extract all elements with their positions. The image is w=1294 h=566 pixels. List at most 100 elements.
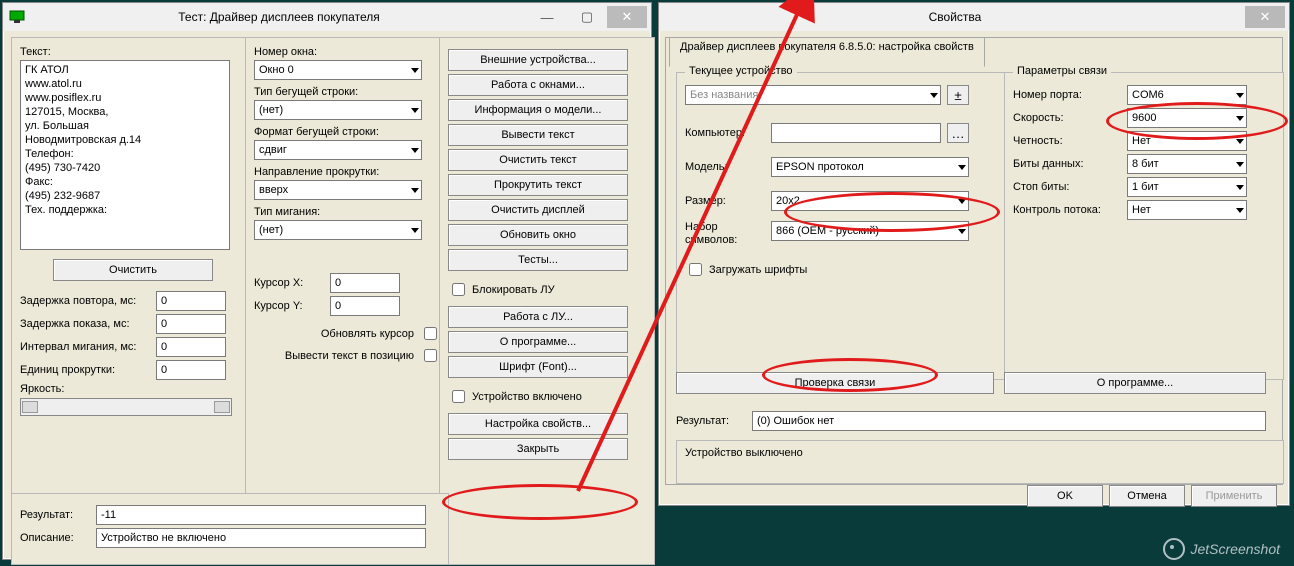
test-window: Тест: Драйвер дисплеев покупателя — ▢ ✕ … [2, 2, 652, 560]
font-button[interactable]: Шрифт (Font)... [448, 356, 628, 378]
device-select[interactable] [685, 85, 941, 105]
model-label: Модель: [685, 161, 765, 173]
titlebar: Тест: Драйвер дисплеев покупателя — ▢ ✕ [3, 3, 651, 31]
speed-label: Скорость: [1013, 112, 1121, 124]
marquee-type-select[interactable] [254, 100, 422, 120]
device-group: Текущее устройство ± Компьютер: … Модель… [676, 72, 1012, 380]
stopbits-select[interactable] [1127, 177, 1247, 197]
clear-display-button[interactable]: Очистить дисплей [448, 199, 628, 221]
out-pos-label: Вывести текст в позицию [285, 350, 414, 362]
close-button2[interactable]: ✕ [1245, 6, 1285, 28]
computer-input[interactable] [771, 123, 941, 143]
scroll-units-input[interactable] [156, 360, 226, 380]
app-icon [9, 10, 25, 24]
desc-label: Описание: [20, 532, 90, 544]
device-enabled-checkbox[interactable] [452, 390, 465, 403]
block-lu-checkbox[interactable] [452, 283, 465, 296]
window-title: Тест: Драйвер дисплеев покупателя [31, 10, 527, 24]
ok-button[interactable]: OK [1027, 485, 1103, 507]
cursor-x-label: Курсор X: [254, 277, 324, 289]
parity-select[interactable] [1127, 131, 1247, 151]
port-label: Номер порта: [1013, 89, 1121, 101]
charset-label: Набор символов: [685, 221, 765, 247]
refresh-window-button[interactable]: Обновить окно [448, 224, 628, 246]
repeat-delay-label: Задержка повтора, мс: [20, 295, 150, 307]
about-button[interactable]: О программе... [448, 331, 628, 353]
scroll-dir-label: Направление прокрутки: [254, 166, 440, 178]
databits-label: Биты данных: [1013, 158, 1121, 170]
charset-select[interactable] [771, 221, 969, 241]
close-dialog-button[interactable]: Закрыть [448, 438, 628, 460]
marquee-fmt-label: Формат бегущей строки: [254, 126, 440, 138]
marquee-type-label: Тип бегущей строки: [254, 86, 440, 98]
scroll-dir-select[interactable] [254, 180, 422, 200]
about-button2[interactable]: О программе... [1004, 372, 1266, 394]
marquee-fmt-select[interactable] [254, 140, 422, 160]
maximize-button[interactable]: ▢ [567, 6, 607, 28]
speed-select[interactable] [1127, 108, 1247, 128]
actions-group: Внешние устройства... Работа с окнами...… [439, 37, 655, 565]
watermark-text: JetScreenshot [1191, 541, 1281, 557]
clear-text-button[interactable]: Очистить [53, 259, 213, 281]
upd-cursor-label: Обновлять курсор [321, 328, 414, 340]
device-plusminus-button[interactable]: ± [947, 85, 969, 105]
brightness-slider[interactable] [20, 398, 232, 416]
check-link-button[interactable]: Проверка связи [676, 372, 994, 394]
watermark-icon [1163, 538, 1185, 560]
device-enabled-label: Устройство включено [472, 391, 582, 403]
properties-window: Свойства ✕ Драйвер дисплеев покупателя 6… [658, 2, 1290, 506]
connection-group: Параметры связи Номер порта: Скорость: Ч… [1004, 72, 1284, 380]
desc-value[interactable] [96, 528, 426, 548]
options-group: Номер окна: Тип бегущей строки: Формат б… [245, 37, 449, 503]
connection-legend: Параметры связи [1013, 65, 1111, 77]
parity-label: Четность: [1013, 135, 1121, 147]
size-select[interactable] [771, 191, 969, 211]
load-fonts-label: Загружать шрифты [709, 264, 807, 276]
cursor-x-input[interactable] [330, 273, 400, 293]
show-delay-label: Задержка показа, мс: [20, 318, 150, 330]
out-pos-checkbox[interactable] [424, 349, 437, 362]
result-value[interactable] [96, 505, 426, 525]
work-lu-button[interactable]: Работа с ЛУ... [448, 306, 628, 328]
text-label: Текст: [20, 46, 246, 58]
blink-type-select[interactable] [254, 220, 422, 240]
windows-button[interactable]: Работа с окнами... [448, 74, 628, 96]
print-text-button[interactable]: Вывести текст [448, 124, 628, 146]
tab-label[interactable]: Драйвер дисплеев покупателя 6.8.5.0: нас… [669, 37, 985, 67]
upd-cursor-checkbox[interactable] [424, 327, 437, 340]
clear-text-button2[interactable]: Очистить текст [448, 149, 628, 171]
tab-panel: Драйвер дисплеев покупателя 6.8.5.0: нас… [665, 37, 1283, 485]
text-area[interactable] [20, 60, 230, 250]
ext-devices-button[interactable]: Внешние устройства... [448, 49, 628, 71]
brightness-label: Яркость: [20, 383, 80, 395]
status-group: Устройство выключено [676, 440, 1284, 484]
cancel-button[interactable]: Отмена [1109, 485, 1185, 507]
stopbits-label: Стоп биты: [1013, 181, 1121, 193]
tests-button[interactable]: Тесты... [448, 249, 628, 271]
blink-type-label: Тип мигания: [254, 206, 440, 218]
minimize-button[interactable]: — [527, 6, 567, 28]
blink-interval-input[interactable] [156, 337, 226, 357]
window-num-label: Номер окна: [254, 46, 440, 58]
close-button[interactable]: ✕ [607, 6, 647, 28]
computer-label: Компьютер: [685, 127, 765, 139]
block-lu-label: Блокировать ЛУ [472, 284, 555, 296]
computer-browse-button[interactable]: … [947, 123, 969, 143]
cursor-y-input[interactable] [330, 296, 400, 316]
scroll-text-button[interactable]: Прокрутить текст [448, 174, 628, 196]
apply-button[interactable]: Применить [1191, 485, 1277, 507]
watermark: JetScreenshot [1163, 538, 1281, 560]
port-select[interactable] [1127, 85, 1247, 105]
result-value2[interactable] [752, 411, 1266, 431]
databits-select[interactable] [1127, 154, 1247, 174]
result-label: Результат: [20, 509, 90, 521]
titlebar2: Свойства ✕ [659, 3, 1289, 31]
properties-button[interactable]: Настройка свойств... [448, 413, 628, 435]
window-num-select[interactable] [254, 60, 422, 80]
show-delay-input[interactable] [156, 314, 226, 334]
load-fonts-checkbox[interactable] [689, 263, 702, 276]
model-select[interactable] [771, 157, 969, 177]
flow-select[interactable] [1127, 200, 1247, 220]
repeat-delay-input[interactable] [156, 291, 226, 311]
model-info-button[interactable]: Информация о модели... [448, 99, 628, 121]
